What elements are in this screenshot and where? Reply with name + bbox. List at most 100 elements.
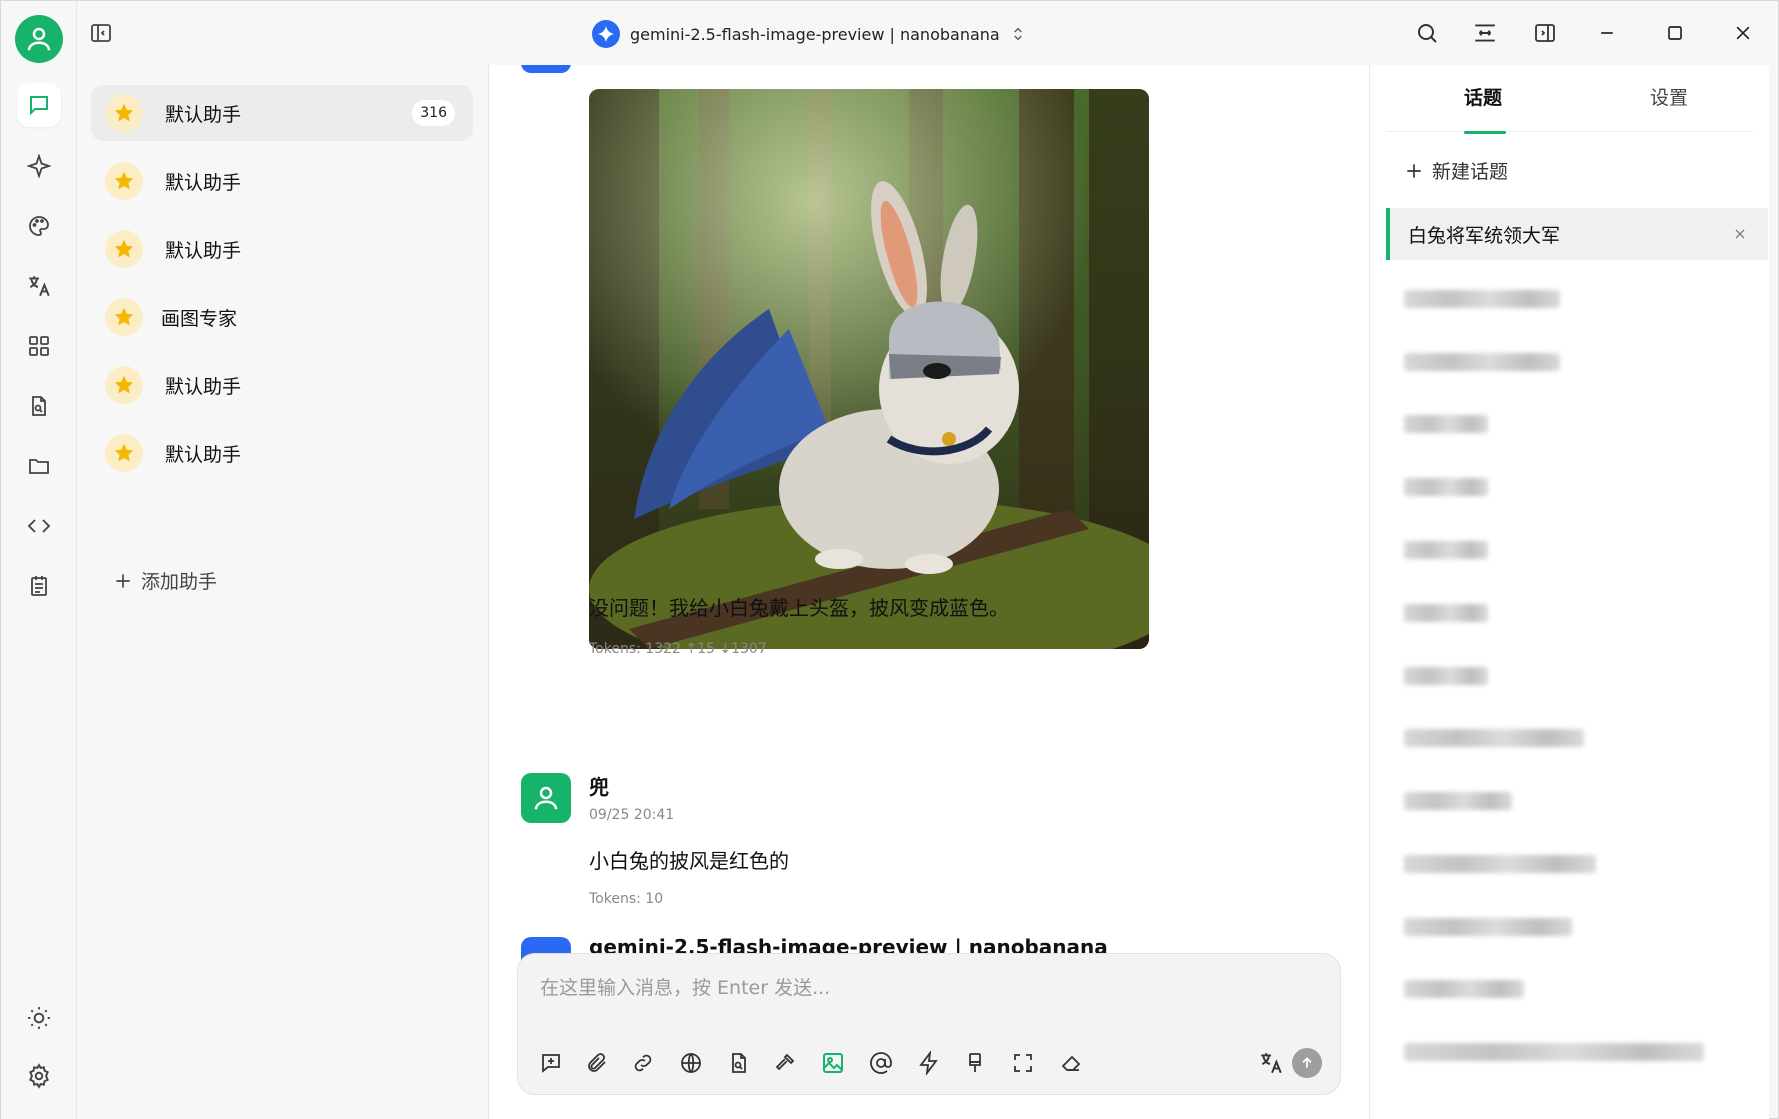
rail-agents-button[interactable] xyxy=(17,144,61,188)
search-icon xyxy=(1418,24,1437,43)
star-icon xyxy=(105,94,143,132)
translate-icon xyxy=(29,276,50,297)
expand-horizontal-icon xyxy=(1475,24,1495,42)
user-icon xyxy=(534,786,558,810)
mcp-tools-tool[interactable] xyxy=(770,1048,800,1078)
expand-icon xyxy=(1014,1054,1032,1072)
assistant-name: 画图专家 xyxy=(161,307,238,330)
assistant-name: 默认助手 xyxy=(165,239,242,262)
toggle-sidebar-button[interactable] xyxy=(85,17,117,49)
user-tokens: Tokens: 10 xyxy=(589,891,664,907)
clear-context-tool[interactable] xyxy=(960,1048,990,1078)
new-topic-tool[interactable] xyxy=(536,1048,566,1078)
brush-icon xyxy=(969,1053,981,1072)
tab-settings[interactable]: 设置 xyxy=(1650,83,1688,110)
rail-translate-button[interactable] xyxy=(17,264,61,308)
translate-input-tool[interactable] xyxy=(1256,1048,1286,1078)
topic-item-blurred[interactable] xyxy=(1404,729,1584,747)
quick-phrase-tool[interactable] xyxy=(914,1048,944,1078)
clear-messages-tool[interactable] xyxy=(1056,1048,1086,1078)
assistant-name: 默认助手 xyxy=(165,375,242,398)
lightning-icon xyxy=(919,1051,938,1075)
document-search-icon xyxy=(32,396,46,416)
plus-icon xyxy=(1407,163,1421,178)
topic-item-blurred[interactable] xyxy=(1404,667,1488,685)
gemini-logo-icon xyxy=(592,20,620,48)
apps-grid-icon xyxy=(29,336,49,356)
topics-panel: 话题 设置 新建话题 白兔将军统领大军 xyxy=(1369,65,1769,1119)
topic-item-blurred[interactable] xyxy=(1404,478,1488,496)
assistant-item[interactable]: 画图专家 xyxy=(91,289,473,345)
topic-item-blurred[interactable] xyxy=(1404,415,1488,433)
hammer-icon xyxy=(775,1053,795,1071)
knowledge-tool[interactable] xyxy=(724,1048,754,1078)
user-message-time: 09/25 20:41 xyxy=(589,807,675,823)
tab-topics[interactable]: 话题 xyxy=(1464,83,1502,110)
rail-settings-button[interactable] xyxy=(17,1054,61,1098)
narrow-mode-button[interactable] xyxy=(1469,17,1501,49)
assistants-panel: 默认助手 316 默认助手 默认助手 画图专家 默认助手 默认助手 添加助手 xyxy=(77,65,489,1119)
sparkle-icon xyxy=(27,154,51,178)
rail-paint-button[interactable] xyxy=(17,204,61,248)
fullscreen-tool[interactable] xyxy=(1008,1048,1038,1078)
rail-notes-button[interactable] xyxy=(17,564,61,608)
rail-theme-button[interactable] xyxy=(17,996,61,1040)
topic-item-blurred[interactable] xyxy=(1404,541,1488,559)
assistant-item[interactable]: 默认助手 xyxy=(91,153,473,209)
user-avatar-top[interactable] xyxy=(15,15,63,63)
assistant-name: 默认助手 xyxy=(165,103,242,126)
assistant-name: 默认助手 xyxy=(165,171,242,194)
at-sign-icon xyxy=(870,1052,892,1074)
user-message-text: 小白兔的披风是红色的 xyxy=(589,849,789,873)
topic-item-blurred[interactable] xyxy=(1404,353,1560,371)
topic-item-active[interactable]: 白兔将军统领大军 xyxy=(1386,208,1768,260)
generated-rabbit-image[interactable] xyxy=(589,89,1149,649)
rail-files-button[interactable] xyxy=(17,444,61,488)
add-assistant-button[interactable]: 添加助手 xyxy=(113,567,217,594)
model-selector[interactable]: gemini-2.5-flash-image-preview | nanoban… xyxy=(592,19,1026,49)
maximize-button[interactable] xyxy=(1659,17,1691,49)
close-window-button[interactable] xyxy=(1727,17,1759,49)
star-icon xyxy=(105,298,143,336)
web-search-tool[interactable] xyxy=(676,1048,706,1078)
link-tool[interactable] xyxy=(628,1048,658,1078)
model-title-text: gemini-2.5-flash-image-preview | nanoban… xyxy=(630,24,1000,44)
minimize-button[interactable] xyxy=(1591,17,1623,49)
message-input[interactable] xyxy=(540,974,1300,1002)
assistant-item[interactable]: 默认助手 xyxy=(91,425,473,481)
rail-knowledge-button[interactable] xyxy=(17,384,61,428)
topic-item-blurred[interactable] xyxy=(1404,604,1488,622)
topic-title: 白兔将军统领大军 xyxy=(1408,224,1561,247)
topic-item-blurred[interactable] xyxy=(1404,792,1512,810)
topic-item-blurred[interactable] xyxy=(1404,855,1596,873)
delete-topic-button[interactable] xyxy=(1730,224,1750,244)
document-search-icon xyxy=(732,1053,746,1073)
mention-tool[interactable] xyxy=(866,1048,896,1078)
close-icon xyxy=(1736,26,1750,40)
icon-rail xyxy=(1,1,77,1119)
star-icon xyxy=(105,230,143,268)
topic-count-badge: 316 xyxy=(412,100,455,126)
image-icon xyxy=(823,1053,843,1073)
translate-icon xyxy=(1261,1053,1282,1074)
topic-item-blurred[interactable] xyxy=(1404,1043,1704,1061)
attach-tool[interactable] xyxy=(582,1048,612,1078)
assistant-item[interactable]: 默认助手 316 xyxy=(91,85,473,141)
title-bar: gemini-2.5-flash-image-preview | nanoban… xyxy=(77,1,1778,65)
image-generation-tool[interactable] xyxy=(818,1048,848,1078)
topic-item-blurred[interactable] xyxy=(1404,290,1560,308)
rail-chat-button[interactable] xyxy=(17,83,61,127)
send-button[interactable] xyxy=(1292,1048,1322,1078)
rail-apps-button[interactable] xyxy=(17,324,61,368)
toggle-topics-panel-button[interactable] xyxy=(1529,17,1561,49)
topic-item-blurred[interactable] xyxy=(1404,980,1524,998)
assistant-item[interactable]: 默认助手 xyxy=(91,221,473,277)
active-tab-indicator xyxy=(1464,131,1506,134)
rail-code-button[interactable] xyxy=(17,504,61,548)
topic-item-blurred[interactable] xyxy=(1404,918,1572,936)
theme-sun-icon xyxy=(28,1007,50,1029)
palette-icon xyxy=(29,216,49,236)
new-topic-button[interactable]: 新建话题 xyxy=(1404,157,1508,184)
search-button[interactable] xyxy=(1411,17,1443,49)
assistant-item[interactable]: 默认助手 xyxy=(91,357,473,413)
